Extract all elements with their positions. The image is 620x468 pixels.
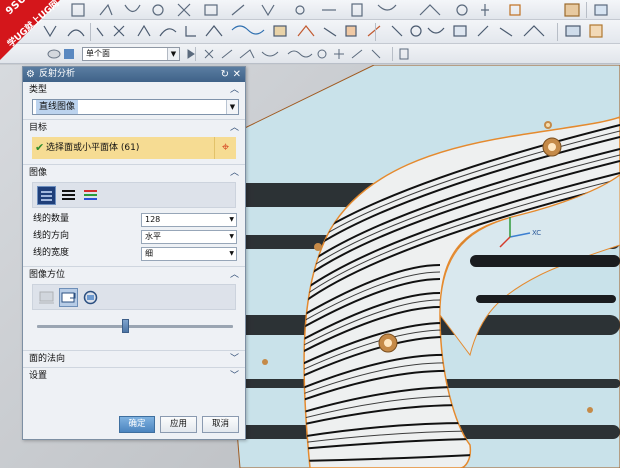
type-dropdown[interactable]: 直线图像 ▼ bbox=[32, 99, 239, 115]
move-image-button[interactable] bbox=[59, 288, 78, 307]
section-target-label: 目标 bbox=[29, 123, 48, 133]
selection-toolbar: 单个面 ▼ bbox=[0, 44, 620, 64]
curve-toolbar bbox=[0, 20, 620, 44]
section-normal-label: 面的法向 bbox=[29, 354, 66, 364]
dropdown-arrow-icon: ▼ bbox=[226, 100, 238, 114]
image-type-buttons bbox=[32, 182, 236, 208]
dropdown-arrow-icon: ▼ bbox=[229, 216, 234, 223]
section-image: 图像 ︿ 线的数量 128 ▼ 线的方向 水平 ▼ 线的宽度 细 ▼ bbox=[23, 165, 245, 267]
section-target: 目标 ︿ ✔ 选择面或小平面体 (61) ⌖ bbox=[23, 120, 245, 165]
section-orientation-label: 图像方位 bbox=[29, 270, 66, 280]
section-settings: 设置 ﹀ bbox=[23, 368, 245, 384]
section-normal: 面的法向 ﹀ bbox=[23, 351, 245, 368]
chevron-up-icon: ︿ bbox=[229, 85, 239, 95]
line-count-row: 线的数量 128 ▼ bbox=[23, 211, 245, 228]
section-settings-label: 设置 bbox=[29, 371, 48, 381]
chevron-up-icon: ︿ bbox=[229, 123, 239, 133]
chevron-up-icon: ︿ bbox=[229, 168, 239, 178]
chevron-up-icon: ︿ bbox=[229, 270, 239, 280]
black-lines-image-button[interactable] bbox=[37, 186, 56, 205]
colored-lines-image-button[interactable] bbox=[59, 186, 78, 205]
scene-image-button[interactable] bbox=[81, 186, 100, 205]
check-icon: ✔ bbox=[35, 141, 45, 154]
orientation-buttons bbox=[32, 284, 236, 310]
curve-toolbar-icons bbox=[21, 23, 603, 41]
type-dropdown-value: 直线图像 bbox=[36, 100, 79, 114]
line-count-select[interactable]: 128 ▼ bbox=[141, 213, 237, 227]
orientation-slider[interactable] bbox=[37, 319, 233, 333]
line-width-value: 细 bbox=[145, 249, 153, 258]
reflection-analysis-dialog: ⚙ 反射分析 ↻ ✕ 类型 ︿ 直线图像 ▼ 目标 ︿ ✔ 选择面或小平面体 (… bbox=[22, 66, 246, 440]
fixed-image-button[interactable] bbox=[37, 288, 56, 307]
cancel-button[interactable]: 取消 bbox=[202, 416, 239, 433]
dropdown-arrow-icon: ▼ bbox=[167, 48, 179, 60]
line-width-label: 线的宽度 bbox=[33, 248, 70, 258]
rotate-image-button[interactable] bbox=[81, 288, 100, 307]
dialog-titlebar: ⚙ 反射分析 ↻ ✕ bbox=[23, 67, 245, 82]
crosshair-icon[interactable]: ⌖ bbox=[214, 137, 236, 159]
section-image-header[interactable]: 图像 ︿ bbox=[23, 165, 245, 181]
line-direction-row: 线的方向 水平 ▼ bbox=[23, 228, 245, 245]
section-type-header[interactable]: 类型 ︿ bbox=[23, 82, 245, 98]
line-direction-select[interactable]: 水平 ▼ bbox=[141, 230, 237, 244]
line-count-label: 线的数量 bbox=[33, 214, 70, 224]
section-type-label: 类型 bbox=[29, 85, 48, 95]
line-direction-label: 线的方向 bbox=[33, 231, 70, 241]
selection-filter-value: 单个面 bbox=[86, 49, 110, 58]
target-prompt: 选择面或小平面体 (61) bbox=[46, 143, 140, 153]
svg-text:XC: XC bbox=[532, 229, 541, 237]
chevron-down-icon: ﹀ bbox=[229, 354, 239, 364]
selection-filter-dropdown[interactable]: 单个面 ▼ bbox=[82, 47, 180, 61]
reset-icon[interactable]: ↻ bbox=[221, 67, 229, 82]
section-normal-header[interactable]: 面的法向 ﹀ bbox=[23, 351, 245, 367]
close-icon[interactable]: ✕ bbox=[233, 67, 241, 82]
ok-button[interactable]: 确定 bbox=[119, 416, 155, 433]
line-width-select[interactable]: 细 ▼ bbox=[141, 247, 237, 261]
line-direction-value: 水平 bbox=[145, 232, 161, 241]
apply-button[interactable]: 应用 bbox=[160, 416, 197, 433]
site-logo-badge: 9SUG 学UG就上UG网 bbox=[0, 0, 60, 60]
line-width-row: 线的宽度 细 ▼ bbox=[23, 245, 245, 262]
dropdown-arrow-icon: ▼ bbox=[229, 233, 234, 240]
dropdown-arrow-icon: ▼ bbox=[229, 250, 234, 257]
top-toolbar-icons bbox=[71, 2, 608, 18]
section-type: 类型 ︿ 直线图像 ▼ bbox=[23, 82, 245, 120]
settings-gear-icon[interactable]: ⚙ bbox=[26, 69, 35, 80]
target-selection[interactable]: ✔ 选择面或小平面体 (61) ⌖ bbox=[32, 137, 236, 159]
slider-thumb[interactable] bbox=[121, 319, 129, 333]
section-image-label: 图像 bbox=[29, 168, 48, 178]
chevron-down-icon: ﹀ bbox=[229, 371, 239, 381]
line-count-value: 128 bbox=[145, 215, 161, 224]
section-orientation-header[interactable]: 图像方位 ︿ bbox=[23, 267, 245, 283]
top-toolbar bbox=[0, 0, 620, 20]
section-orientation: 图像方位 ︿ bbox=[23, 267, 245, 351]
section-settings-header[interactable]: 设置 ﹀ bbox=[23, 368, 245, 384]
dialog-title: 反射分析 bbox=[39, 69, 76, 79]
section-target-header[interactable]: 目标 ︿ bbox=[23, 120, 245, 136]
